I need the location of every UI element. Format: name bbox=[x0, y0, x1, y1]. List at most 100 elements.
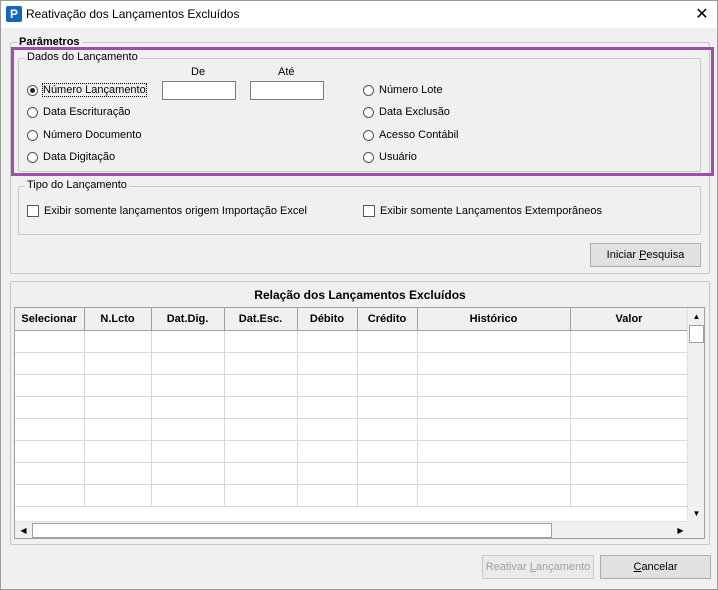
table-cell[interactable] bbox=[297, 396, 358, 419]
table-cell[interactable] bbox=[417, 374, 571, 397]
table-cell[interactable] bbox=[224, 440, 298, 463]
table-cell[interactable] bbox=[357, 330, 418, 353]
table-cell[interactable] bbox=[570, 440, 689, 463]
table-cell[interactable] bbox=[151, 418, 225, 441]
table-cell[interactable] bbox=[15, 396, 85, 419]
table-row[interactable] bbox=[15, 418, 689, 441]
table-cell[interactable] bbox=[151, 396, 225, 419]
table-row[interactable] bbox=[15, 330, 689, 353]
table-cell[interactable] bbox=[151, 462, 225, 485]
table-cell[interactable] bbox=[357, 440, 418, 463]
table-cell[interactable] bbox=[570, 330, 689, 353]
table-cell[interactable] bbox=[224, 352, 298, 375]
table-cell[interactable] bbox=[84, 440, 152, 463]
lancamentos-grid[interactable]: Selecionar N.Lcto Dat.Dig. Dat.Esc. Débi… bbox=[14, 307, 705, 539]
table-cell[interactable] bbox=[417, 418, 571, 441]
table-cell[interactable] bbox=[224, 396, 298, 419]
table-cell[interactable] bbox=[297, 484, 358, 507]
table-cell[interactable] bbox=[15, 440, 85, 463]
cancelar-button[interactable]: Cancelar bbox=[600, 555, 711, 579]
table-row[interactable] bbox=[15, 484, 689, 507]
table-cell[interactable] bbox=[224, 330, 298, 353]
table-row[interactable] bbox=[15, 352, 689, 375]
table-cell[interactable] bbox=[357, 352, 418, 375]
table-cell[interactable] bbox=[224, 374, 298, 397]
table-cell[interactable] bbox=[15, 418, 85, 441]
table-cell[interactable] bbox=[297, 374, 358, 397]
horizontal-scrollbar[interactable]: ◀ ▶ bbox=[15, 521, 689, 538]
table-cell[interactable] bbox=[84, 462, 152, 485]
table-cell[interactable] bbox=[357, 396, 418, 419]
table-cell[interactable] bbox=[15, 352, 85, 375]
title-bar: P Reativação dos Lançamentos Excluídos ✕ bbox=[1, 1, 717, 28]
table-cell[interactable] bbox=[570, 396, 689, 419]
scroll-thumb-horizontal[interactable] bbox=[32, 523, 552, 538]
scroll-thumb[interactable] bbox=[689, 325, 704, 343]
checkbox-importacao-excel[interactable]: Exibir somente lançamentos origem Import… bbox=[27, 203, 307, 219]
table-cell[interactable] bbox=[297, 418, 358, 441]
table-cell[interactable] bbox=[297, 440, 358, 463]
scroll-up-arrow-icon[interactable]: ▲ bbox=[688, 308, 704, 325]
table-cell[interactable] bbox=[224, 462, 298, 485]
table-row[interactable] bbox=[15, 440, 689, 463]
table-cell[interactable] bbox=[151, 440, 225, 463]
table-cell[interactable] bbox=[570, 418, 689, 441]
table-cell[interactable] bbox=[570, 462, 689, 485]
table-cell[interactable] bbox=[357, 462, 418, 485]
table-cell[interactable] bbox=[570, 374, 689, 397]
iniciar-label-pre: Iniciar bbox=[606, 249, 640, 261]
column-header[interactable]: Valor bbox=[570, 308, 689, 331]
table-cell[interactable] bbox=[417, 440, 571, 463]
table-cell[interactable] bbox=[357, 374, 418, 397]
table-cell[interactable] bbox=[224, 484, 298, 507]
scroll-left-arrow-icon[interactable]: ◀ bbox=[15, 522, 32, 538]
table-cell[interactable] bbox=[151, 484, 225, 507]
table-cell[interactable] bbox=[297, 352, 358, 375]
column-header[interactable]: Débito bbox=[297, 308, 358, 331]
close-button[interactable]: ✕ bbox=[687, 1, 717, 28]
table-cell[interactable] bbox=[417, 396, 571, 419]
table-cell[interactable] bbox=[15, 374, 85, 397]
checkbox-extemporaneos[interactable]: Exibir somente Lançamentos Extemporâneos bbox=[363, 203, 602, 219]
column-header[interactable]: Histórico bbox=[417, 308, 571, 331]
table-cell[interactable] bbox=[417, 330, 571, 353]
table-row[interactable] bbox=[15, 374, 689, 397]
scrollbar-corner bbox=[687, 521, 704, 538]
table-cell[interactable] bbox=[570, 484, 689, 507]
table-row[interactable] bbox=[15, 396, 689, 419]
table-cell[interactable] bbox=[151, 374, 225, 397]
table-cell[interactable] bbox=[15, 462, 85, 485]
selection-highlight bbox=[11, 47, 714, 176]
column-header[interactable]: Crédito bbox=[357, 308, 418, 331]
column-header[interactable]: Dat.Dig. bbox=[151, 308, 225, 331]
table-cell[interactable] bbox=[297, 330, 358, 353]
table-cell[interactable] bbox=[224, 418, 298, 441]
column-header[interactable]: N.Lcto bbox=[84, 308, 152, 331]
iniciar-pesquisa-button[interactable]: Iniciar Pesquisa bbox=[590, 243, 701, 267]
table-cell[interactable] bbox=[84, 352, 152, 375]
table-cell[interactable] bbox=[84, 484, 152, 507]
reativar-lancamento-button[interactable]: Reativar Lançamento bbox=[482, 555, 594, 579]
table-cell[interactable] bbox=[84, 396, 152, 419]
column-header[interactable]: Dat.Esc. bbox=[224, 308, 298, 331]
table-cell[interactable] bbox=[417, 352, 571, 375]
table-cell[interactable] bbox=[357, 484, 418, 507]
vertical-scrollbar[interactable]: ▲ ▼ bbox=[687, 308, 704, 522]
table-cell[interactable] bbox=[84, 374, 152, 397]
table-cell[interactable] bbox=[151, 330, 225, 353]
table-cell[interactable] bbox=[84, 330, 152, 353]
table-cell[interactable] bbox=[417, 462, 571, 485]
table-cell[interactable] bbox=[84, 418, 152, 441]
table-cell[interactable] bbox=[417, 484, 571, 507]
scroll-down-arrow-icon[interactable]: ▼ bbox=[688, 505, 704, 522]
table-cell[interactable] bbox=[297, 462, 358, 485]
app-logo-icon: P bbox=[6, 6, 22, 22]
column-header[interactable]: Selecionar bbox=[15, 308, 85, 331]
checkbox-label: Exibir somente lançamentos origem Import… bbox=[44, 205, 307, 217]
table-cell[interactable] bbox=[357, 418, 418, 441]
table-row[interactable] bbox=[15, 462, 689, 485]
table-cell[interactable] bbox=[151, 352, 225, 375]
table-cell[interactable] bbox=[15, 330, 85, 353]
table-cell[interactable] bbox=[570, 352, 689, 375]
table-cell[interactable] bbox=[15, 484, 85, 507]
